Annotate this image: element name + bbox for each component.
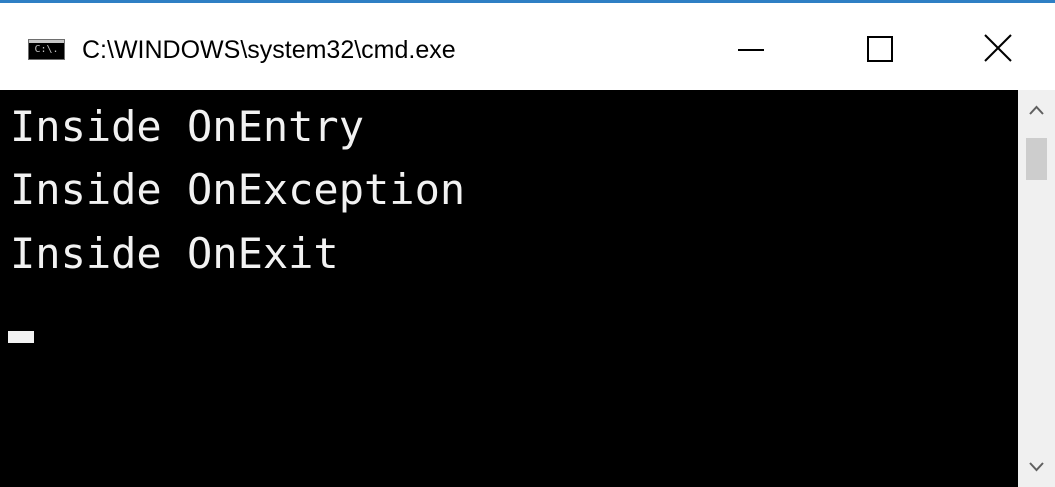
chevron-down-icon: [1029, 462, 1044, 472]
scroll-thumb[interactable]: [1026, 138, 1047, 180]
console-line: Inside OnException: [10, 165, 466, 214]
chevron-up-icon: [1029, 105, 1044, 115]
console-line: Inside OnExit: [10, 229, 339, 278]
scroll-down-button[interactable]: [1018, 447, 1055, 487]
vertical-scrollbar[interactable]: [1018, 90, 1055, 487]
minimize-button[interactable]: [720, 3, 784, 90]
cmd-window: C:\. C:\WINDOWS\system32\cmd.exe Inside …: [0, 0, 1055, 487]
console-output[interactable]: Inside OnEntry Inside OnException Inside…: [0, 90, 1018, 487]
close-button[interactable]: [966, 3, 1030, 90]
maximize-button[interactable]: [848, 3, 912, 90]
close-icon: [984, 34, 1012, 62]
block-cursor: [8, 331, 34, 343]
cmd-icon[interactable]: C:\.: [28, 39, 65, 60]
cmd-icon-text: C:\.: [34, 44, 59, 55]
console-line: Inside OnEntry: [10, 102, 365, 151]
scroll-up-button[interactable]: [1018, 90, 1055, 130]
minimize-icon: [738, 49, 764, 51]
maximize-icon: [867, 36, 893, 62]
window-title: C:\WINDOWS\system32\cmd.exe: [82, 36, 456, 64]
